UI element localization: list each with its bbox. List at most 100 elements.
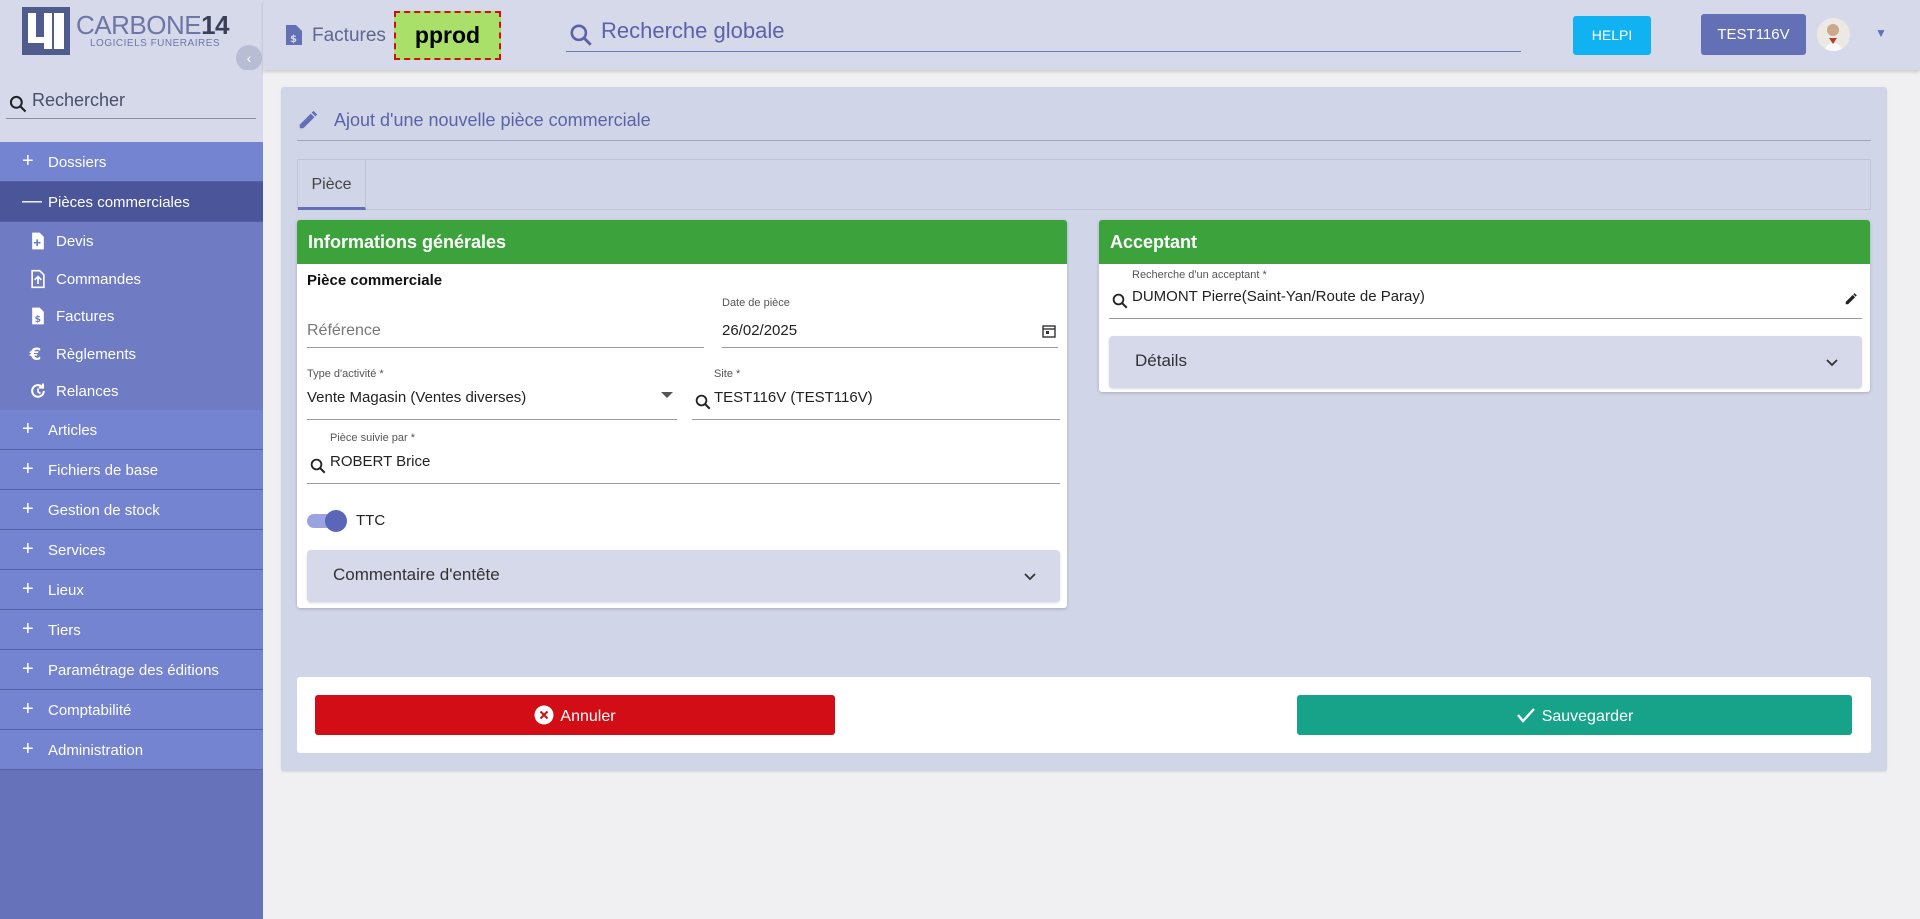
chevron-left-icon: ‹: [246, 50, 252, 66]
acceptant-search-field[interactable]: Recherche d'un acceptant * DUMONT Pierre…: [1109, 269, 1862, 319]
sidebar-item-pieces-commerciales[interactable]: — Pièces commerciales: [0, 182, 263, 222]
site-label: Site *: [714, 368, 741, 380]
help-button[interactable]: HELPI: [1573, 16, 1651, 55]
details-accordion[interactable]: Détails: [1109, 336, 1862, 388]
plus-icon: +: [22, 577, 34, 600]
brand-name: CARBONE14: [76, 10, 229, 40]
sidebar-item-administration[interactable]: + Administration: [0, 729, 263, 770]
date-label: Date de pièce: [722, 297, 790, 309]
euro-icon: €: [29, 344, 42, 363]
sidebar-subitem-reglements[interactable]: € Règlements: [0, 334, 263, 372]
tab-bar: Pièce: [297, 159, 1871, 210]
sidebar-search[interactable]: Rechercher: [0, 70, 263, 142]
acceptant-title: Acceptant: [1099, 220, 1870, 264]
environment-badge: pprod: [394, 11, 501, 60]
sidebar-item-fichiers-de-base[interactable]: + Fichiers de base: [0, 449, 263, 490]
ttc-label: TTC: [356, 512, 386, 529]
sidebar-item-services[interactable]: + Services: [0, 529, 263, 570]
activity-type-field[interactable]: Type d'activité * Vente Magasin (Ventes …: [307, 368, 677, 420]
reference-field[interactable]: Référence: [307, 316, 704, 348]
sidebar-item-dossiers[interactable]: + Dossiers: [0, 142, 263, 182]
followed-by-field[interactable]: Pièce suivie par * ROBERT Brice: [307, 432, 1060, 484]
user-button[interactable]: TEST116V: [1701, 14, 1806, 55]
plus-icon: +: [22, 737, 34, 760]
edit-icon[interactable]: [1844, 292, 1858, 306]
sidebar-nav: + Dossiers — Pièces commerciales Devis Com…: [0, 142, 263, 770]
svg-text:$: $: [290, 34, 297, 45]
acceptant-search-label: Recherche d'un acceptant *: [1132, 269, 1267, 281]
site-field[interactable]: Site * TEST116V (TEST116V): [692, 368, 1060, 420]
brand-subtitle: LOGICIELS FUNERAIRES: [90, 38, 221, 49]
date-input[interactable]: 26/02/2025: [722, 322, 797, 339]
plus-icon: +: [22, 150, 34, 172]
check-icon: [1516, 708, 1535, 723]
sidebar-subitem-devis[interactable]: Devis: [0, 222, 263, 260]
file-plus-icon: [32, 232, 44, 250]
chevron-down-icon: [1024, 573, 1036, 581]
plus-icon: +: [22, 697, 34, 720]
search-icon: [695, 394, 711, 410]
page-header: Ajout d'une nouvelle pièce commerciale: [297, 99, 1871, 141]
details-title: Détails: [1135, 351, 1187, 370]
activity-type-select[interactable]: Vente Magasin (Ventes diverses): [307, 389, 526, 406]
dropdown-arrow-icon[interactable]: [661, 392, 673, 398]
avatar[interactable]: [1817, 18, 1850, 51]
sidebar-item-articles[interactable]: + Articles: [0, 409, 263, 450]
tab-piece[interactable]: Pièce: [298, 160, 366, 210]
save-button[interactable]: Sauvegarder: [1297, 695, 1852, 735]
close-circle-icon: [534, 705, 554, 725]
sidebar-subitem-factures[interactable]: $ Factures: [0, 297, 263, 335]
sidebar-item-parametrage-des-editions[interactable]: + Paramétrage des éditions: [0, 649, 263, 690]
sidebar-subitem-commandes[interactable]: Commandes: [0, 259, 263, 297]
svg-text:€: €: [29, 344, 42, 363]
global-search-input[interactable]: Recherche globale: [601, 18, 784, 44]
general-info-card: Informations générales Pièce commerciale…: [297, 220, 1067, 608]
global-search[interactable]: Recherche globale: [566, 12, 1521, 52]
plus-icon: +: [22, 497, 34, 520]
activity-type-label: Type d'activité *: [307, 368, 384, 380]
sidebar-search-input[interactable]: Rechercher: [32, 90, 125, 111]
plus-icon: +: [22, 537, 34, 560]
topbar: $ Factures pprod Recherche globale HELPI…: [263, 0, 1920, 70]
logo-area: CARBONE14 LOGICIELS FUNERAIRES ‹: [0, 0, 263, 71]
sidebar-item-comptabilite[interactable]: + Comptabilité: [0, 689, 263, 730]
plus-icon: +: [22, 417, 34, 440]
collapse-sidebar-button[interactable]: ‹: [236, 45, 262, 71]
reference-input[interactable]: Référence: [307, 322, 381, 340]
followed-by-label: Pièce suivie par *: [330, 432, 415, 444]
calendar-icon[interactable]: [1042, 324, 1056, 338]
search-icon: [9, 95, 27, 113]
sidebar-subitem-relances[interactable]: Relances: [0, 372, 263, 410]
search-icon: [1112, 293, 1128, 309]
file-dollar-icon: $: [32, 307, 44, 325]
reload-icon: [31, 383, 45, 398]
minus-icon: —: [22, 190, 42, 212]
cancel-button[interactable]: Annuler: [315, 695, 835, 735]
followed-by-input[interactable]: ROBERT Brice: [330, 453, 430, 470]
brand-logo-icon: [22, 7, 70, 55]
svg-text:$: $: [35, 314, 41, 325]
search-icon: [310, 458, 326, 474]
ttc-toggle[interactable]: [307, 510, 347, 532]
acceptant-card: Acceptant Recherche d'un acceptant * DUM…: [1099, 220, 1870, 392]
acceptant-search-input[interactable]: DUMONT Pierre(Saint-Yan/Route de Paray): [1132, 288, 1425, 305]
main-panel: Ajout d'une nouvelle pièce commerciale P…: [281, 87, 1887, 771]
site-input[interactable]: TEST116V (TEST116V): [714, 389, 873, 406]
sidebar-item-tiers[interactable]: + Tiers: [0, 609, 263, 650]
file-dollar-icon: $: [286, 25, 302, 45]
general-info-title: Informations générales: [297, 220, 1067, 264]
plus-icon: +: [22, 617, 34, 640]
plus-icon: +: [22, 457, 34, 480]
header-comment-accordion[interactable]: Commentaire d'entête: [307, 550, 1060, 602]
header-comment-title: Commentaire d'entête: [333, 565, 500, 584]
action-bar: Annuler Sauvegarder: [297, 677, 1871, 753]
chevron-down-icon[interactable]: ▼: [1875, 26, 1887, 40]
date-field[interactable]: Date de pièce 26/02/2025: [722, 297, 1058, 348]
sidebar-item-lieux[interactable]: + Lieux: [0, 569, 263, 610]
search-icon: [570, 24, 592, 46]
pencil-icon: [299, 110, 318, 129]
file-upload-icon: [31, 269, 45, 288]
cancel-label: Annuler: [560, 708, 616, 725]
sidebar-item-gestion-de-stock[interactable]: + Gestion de stock: [0, 489, 263, 530]
breadcrumb[interactable]: Factures: [312, 25, 386, 47]
